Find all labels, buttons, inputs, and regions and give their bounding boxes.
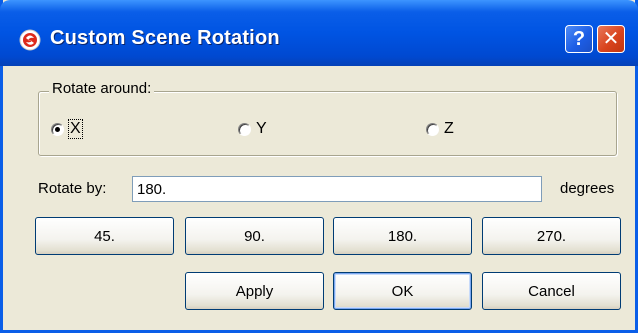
cancel-button[interactable]: Cancel: [482, 272, 621, 310]
dialog-window: Custom Scene Rotation ? ✕ Rotate around:…: [0, 0, 638, 333]
radio-x-circle[interactable]: [51, 122, 64, 136]
radio-z[interactable]: Z: [426, 119, 454, 139]
preset-270-button[interactable]: 270.: [482, 217, 621, 255]
help-button[interactable]: ?: [565, 25, 593, 53]
radio-z-label: Z: [444, 120, 454, 137]
app-logo-icon: [19, 29, 41, 51]
close-icon: ✕: [602, 28, 620, 50]
apply-button[interactable]: Apply: [185, 272, 324, 310]
radio-x[interactable]: X: [51, 119, 83, 139]
degrees-unit-label: degrees: [560, 180, 615, 197]
help-icon: ?: [572, 28, 586, 50]
radio-y-label: Y: [256, 120, 267, 137]
preset-90-button[interactable]: 90.: [185, 217, 324, 255]
ok-button[interactable]: OK: [333, 272, 472, 310]
preset-180-button[interactable]: 180.: [333, 217, 472, 255]
rotate-by-label: Rotate by:: [38, 180, 107, 197]
close-button[interactable]: ✕: [597, 25, 625, 53]
preset-45-button[interactable]: 45.: [35, 217, 174, 255]
title-bar[interactable]: Custom Scene Rotation ? ✕: [0, 0, 638, 66]
radio-x-label: X: [68, 119, 83, 139]
radio-z-circle[interactable]: [426, 122, 439, 136]
window-title: Custom Scene Rotation: [50, 27, 280, 49]
rotate-by-input[interactable]: [132, 176, 542, 202]
radio-y-circle[interactable]: [238, 122, 251, 136]
rotate-around-label: Rotate around:: [49, 80, 155, 97]
radio-y[interactable]: Y: [238, 119, 267, 139]
rotate-around-group: [38, 91, 617, 156]
